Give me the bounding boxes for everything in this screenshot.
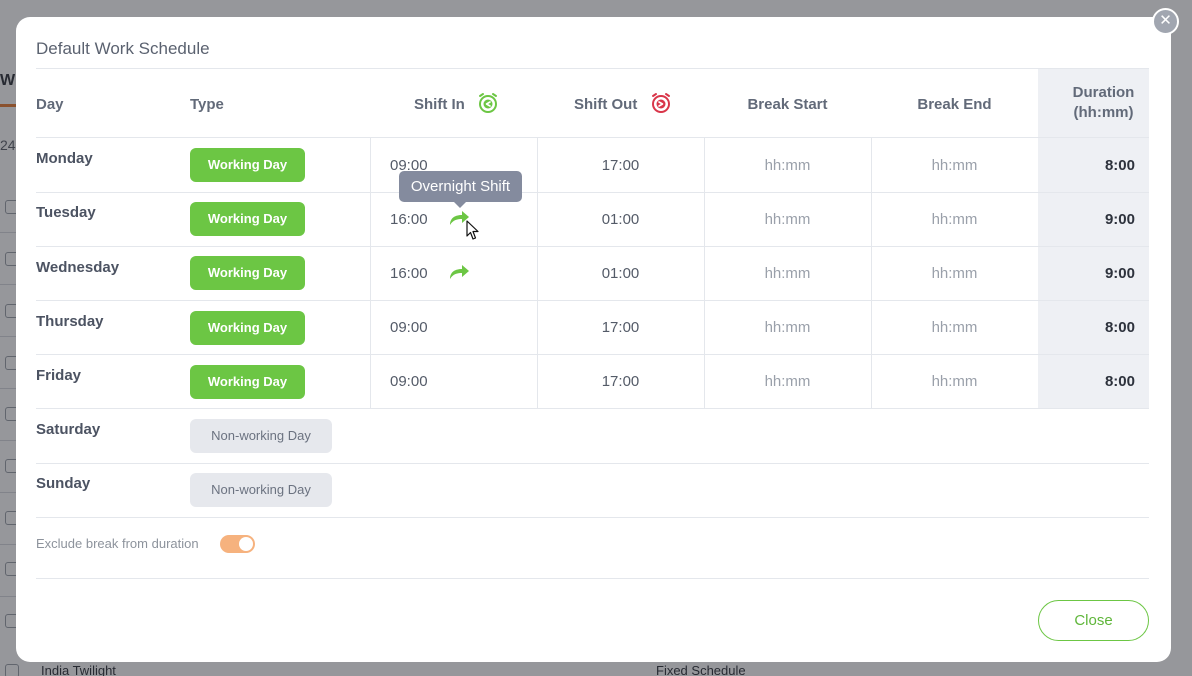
mouse-cursor-icon	[466, 220, 480, 246]
day-type-toggle[interactable]: Non-working Day	[190, 419, 332, 453]
shift-out-field[interactable]: 01:00	[537, 265, 704, 282]
shift-out-field[interactable]: 17:00	[537, 319, 704, 336]
shift-in-field[interactable]: 16:00	[390, 265, 428, 282]
shift-out-field[interactable]: 17:00	[537, 373, 704, 390]
shift-out-field[interactable]: 17:00	[537, 157, 704, 174]
close-button[interactable]: Close	[1038, 600, 1149, 641]
day-type-toggle[interactable]: Working Day	[190, 202, 305, 236]
column-header-day: Day	[36, 96, 64, 113]
day-type-toggle[interactable]: Working Day	[190, 256, 305, 290]
duration-value: 8:00	[1104, 157, 1135, 174]
break-end-field[interactable]: hh:mm	[871, 319, 1038, 336]
divider	[36, 354, 1149, 355]
shift-in-field[interactable]: 09:00	[390, 373, 428, 390]
break-start-field[interactable]: hh:mm	[704, 157, 871, 174]
break-start-field[interactable]: hh:mm	[704, 265, 871, 282]
divider	[36, 300, 1149, 301]
column-header-break-end: Break End	[917, 96, 992, 113]
column-header-duration: Duration (hh:mm)	[1038, 84, 1169, 121]
shift-in-label: Shift In	[414, 95, 465, 113]
alarm-clock-in-icon	[477, 92, 499, 118]
column-divider	[370, 137, 371, 408]
day-type-toggle[interactable]: Working Day	[190, 365, 305, 399]
overnight-shift-tooltip: Overnight Shift	[399, 171, 522, 208]
divider	[36, 192, 1149, 193]
break-end-field[interactable]: hh:mm	[871, 211, 1038, 228]
day-type-toggle[interactable]: Non-working Day	[190, 473, 332, 507]
day-label: Friday	[36, 367, 82, 384]
work-schedule-modal: Default Work Schedule Day Type Shift In	[16, 17, 1171, 662]
day-type-toggle[interactable]: Working Day	[190, 311, 305, 345]
break-end-field[interactable]: hh:mm	[871, 265, 1038, 282]
modal-title: Default Work Schedule	[36, 39, 210, 58]
day-label: Monday	[36, 150, 93, 167]
day-type-toggle[interactable]: Working Day	[190, 148, 305, 182]
divider	[36, 68, 1149, 69]
day-label: Wednesday	[36, 259, 120, 276]
day-label: Thursday	[36, 313, 104, 330]
shift-in-field[interactable]: 09:00	[390, 319, 428, 336]
divider	[36, 463, 1149, 464]
shift-out-field[interactable]: 01:00	[537, 211, 704, 228]
duration-value: 9:00	[1104, 265, 1135, 282]
divider	[36, 408, 1149, 409]
divider	[36, 137, 1149, 138]
alarm-clock-out-icon	[650, 92, 672, 118]
duration-unit-label: (hh:mm)	[1073, 104, 1134, 121]
divider	[36, 517, 1149, 518]
duration-label: Duration	[1072, 84, 1135, 101]
break-end-field[interactable]: hh:mm	[871, 157, 1038, 174]
exclude-break-toggle[interactable]	[220, 535, 255, 553]
column-header-shift-out: Shift Out	[574, 92, 672, 118]
day-label: Saturday	[36, 421, 101, 438]
divider	[36, 246, 1149, 247]
exclude-break-label: Exclude break from duration	[36, 536, 199, 551]
overnight-arrow-icon[interactable]	[448, 263, 470, 281]
duration-value: 9:00	[1104, 211, 1135, 228]
column-header-type: Type	[190, 96, 224, 113]
break-end-field[interactable]: hh:mm	[871, 373, 1038, 390]
close-icon[interactable]: ✕	[1152, 8, 1179, 35]
duration-value: 8:00	[1104, 319, 1135, 336]
column-header-shift-in: Shift In	[414, 92, 499, 118]
break-start-field[interactable]: hh:mm	[704, 373, 871, 390]
duration-value: 8:00	[1104, 373, 1135, 390]
column-header-break-start: Break Start	[747, 96, 828, 113]
break-start-field[interactable]: hh:mm	[704, 211, 871, 228]
toggle-knob	[239, 537, 253, 551]
break-start-field[interactable]: hh:mm	[704, 319, 871, 336]
shift-in-field[interactable]: 16:00	[390, 211, 428, 228]
divider	[36, 578, 1149, 579]
shift-out-label: Shift Out	[574, 95, 638, 113]
day-label: Tuesday	[36, 204, 96, 221]
day-label: Sunday	[36, 475, 91, 492]
